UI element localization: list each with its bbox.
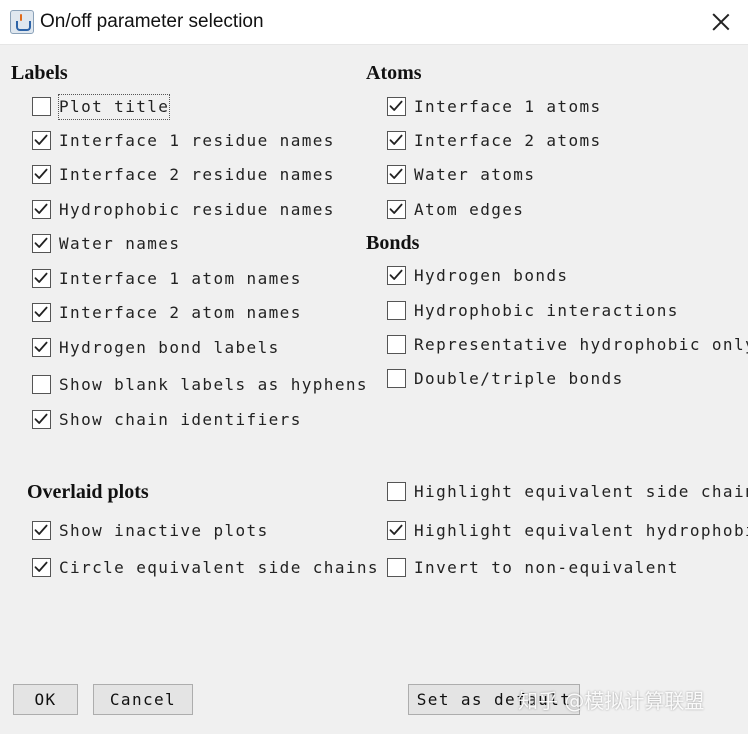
checkbox-label: Interface 1 atoms (414, 97, 602, 116)
checkbox-label: Double/triple bonds (414, 369, 624, 388)
checkbox-label: Plot title (57, 94, 171, 120)
overlaid-plots-heading: Overlaid plots (27, 481, 149, 503)
checkbox-label: Invert to non-equivalent (414, 558, 679, 577)
checkbox[interactable] (387, 165, 406, 184)
checkbox-label: Show blank labels as hyphens (59, 375, 368, 394)
checkbox[interactable] (32, 200, 51, 219)
checkbox[interactable] (32, 269, 51, 288)
atoms-heading: Atoms (366, 62, 422, 84)
checkbox-label: Hydrogen bond labels (59, 338, 280, 357)
checkbox[interactable] (387, 482, 406, 501)
checkbox-label: Highlight equivalent side chains (414, 482, 748, 501)
cancel-button[interactable]: Cancel (93, 684, 193, 715)
close-icon[interactable] (703, 8, 739, 36)
labels-heading: Labels (11, 62, 68, 84)
checkbox[interactable] (387, 301, 406, 320)
checkbox[interactable] (387, 266, 406, 285)
checkbox-label: Water atoms (414, 165, 536, 184)
checkbox-label: Circle equivalent side chains (59, 558, 379, 577)
dialog-window: On/off parameter selection Labels Plot t… (0, 0, 748, 734)
watermark-text: 知乎 @模拟计算联盟 (518, 689, 705, 713)
checkbox[interactable] (387, 131, 406, 150)
checkbox-label: Representative hydrophobic only (414, 335, 748, 354)
java-cup-icon (10, 10, 34, 34)
checkbox[interactable] (32, 131, 51, 150)
checkbox[interactable] (32, 303, 51, 322)
checkbox-label: Show inactive plots (59, 521, 269, 540)
checkbox-label: Hydrophobic residue names (59, 200, 335, 219)
checkbox[interactable] (387, 200, 406, 219)
checkbox[interactable] (387, 558, 406, 577)
checkbox-label: Hydrogen bonds (414, 266, 569, 285)
checkbox[interactable] (387, 97, 406, 116)
checkbox[interactable] (387, 521, 406, 540)
checkbox[interactable] (32, 234, 51, 253)
bonds-heading: Bonds (366, 232, 420, 254)
checkbox-label: Hydrophobic interactions (414, 301, 679, 320)
checkbox-label: Interface 2 atom names (59, 303, 302, 322)
checkbox[interactable] (32, 165, 51, 184)
checkbox-label: Interface 1 atom names (59, 269, 302, 288)
checkbox[interactable] (32, 521, 51, 540)
checkbox-label: Water names (59, 234, 181, 253)
checkbox-label: Show chain identifiers (59, 410, 302, 429)
title-bar: On/off parameter selection (0, 0, 748, 45)
checkbox-label: Interface 2 residue names (59, 165, 335, 184)
checkbox[interactable] (32, 375, 51, 394)
checkbox[interactable] (32, 410, 51, 429)
checkbox[interactable] (32, 338, 51, 357)
checkbox[interactable] (32, 558, 51, 577)
checkbox[interactable] (387, 335, 406, 354)
checkbox-label: Interface 1 residue names (59, 131, 335, 150)
checkbox-label: Interface 2 atoms (414, 131, 602, 150)
checkbox[interactable] (32, 97, 51, 116)
checkbox[interactable] (387, 369, 406, 388)
checkbox-label: Highlight equivalent hydrophobics (414, 521, 748, 540)
window-title: On/off parameter selection (40, 11, 264, 32)
checkbox-label: Atom edges (414, 200, 525, 219)
ok-button[interactable]: OK (13, 684, 78, 715)
